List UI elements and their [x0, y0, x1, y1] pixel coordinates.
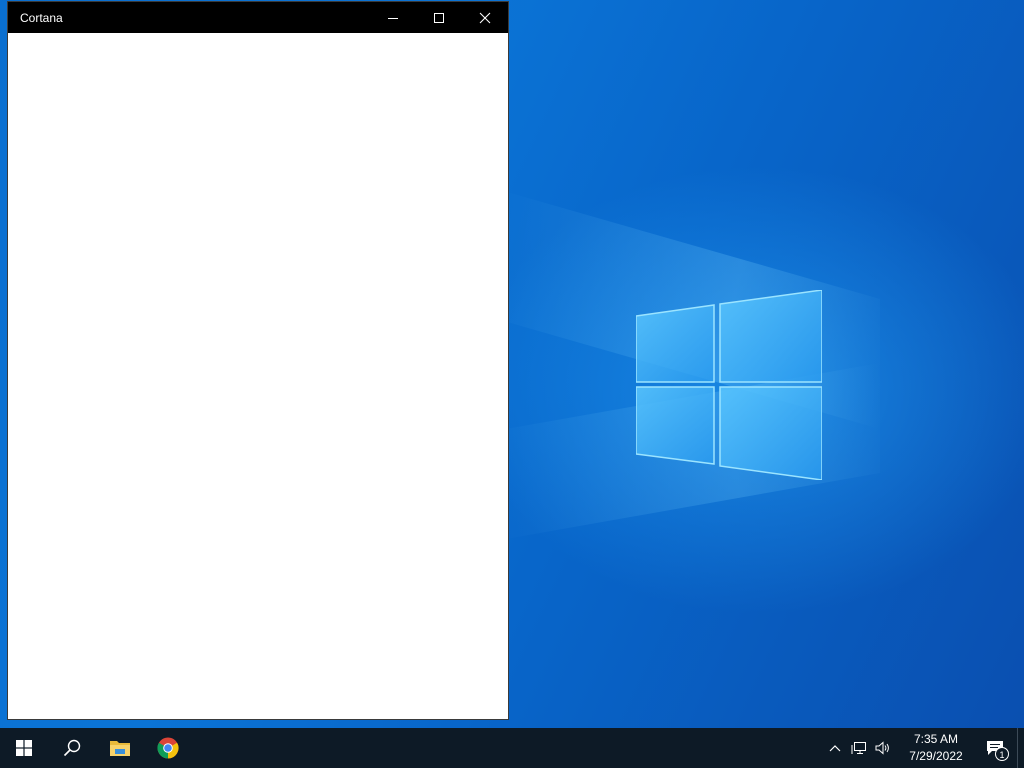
network-icon	[851, 742, 866, 754]
clock-time: 7:35 AM	[913, 732, 959, 746]
minimize-button[interactable]	[370, 2, 416, 33]
chrome-icon	[157, 737, 179, 759]
search-button[interactable]	[48, 728, 96, 768]
show-hidden-icons-button[interactable]	[823, 728, 847, 768]
close-button[interactable]	[462, 2, 508, 33]
windows-logo-wallpaper	[636, 290, 822, 480]
file-explorer-button[interactable]	[96, 728, 144, 768]
taskbar-clock[interactable]: 7:35 AM 7/29/2022	[899, 731, 973, 765]
chrome-button[interactable]	[144, 728, 192, 768]
minimize-icon	[388, 17, 398, 19]
window-title: Cortana	[20, 10, 63, 25]
windows-start-icon	[16, 740, 32, 756]
maximize-button[interactable]	[416, 2, 462, 33]
volume-button[interactable]	[871, 728, 895, 768]
show-desktop-button[interactable]	[1017, 728, 1024, 768]
taskbar: 7:35 AM 7/29/2022 1	[0, 728, 1024, 768]
maximize-icon	[434, 12, 444, 23]
action-center-button[interactable]: 1	[973, 728, 1017, 768]
speaker-icon	[875, 741, 889, 755]
title-bar[interactable]: Cortana	[8, 2, 508, 33]
network-button[interactable]	[847, 728, 871, 768]
chevron-up-icon	[829, 745, 841, 752]
file-explorer-icon	[110, 741, 130, 756]
start-button[interactable]	[0, 728, 48, 768]
notification-count-badge: 1	[995, 747, 1009, 761]
close-icon	[479, 12, 491, 23]
cortana-content-area[interactable]	[8, 33, 508, 719]
cortana-window[interactable]: Cortana	[7, 1, 509, 720]
search-icon	[63, 739, 81, 757]
system-tray: 7:35 AM 7/29/2022 1	[823, 728, 1024, 768]
clock-date: 7/29/2022	[909, 749, 963, 763]
